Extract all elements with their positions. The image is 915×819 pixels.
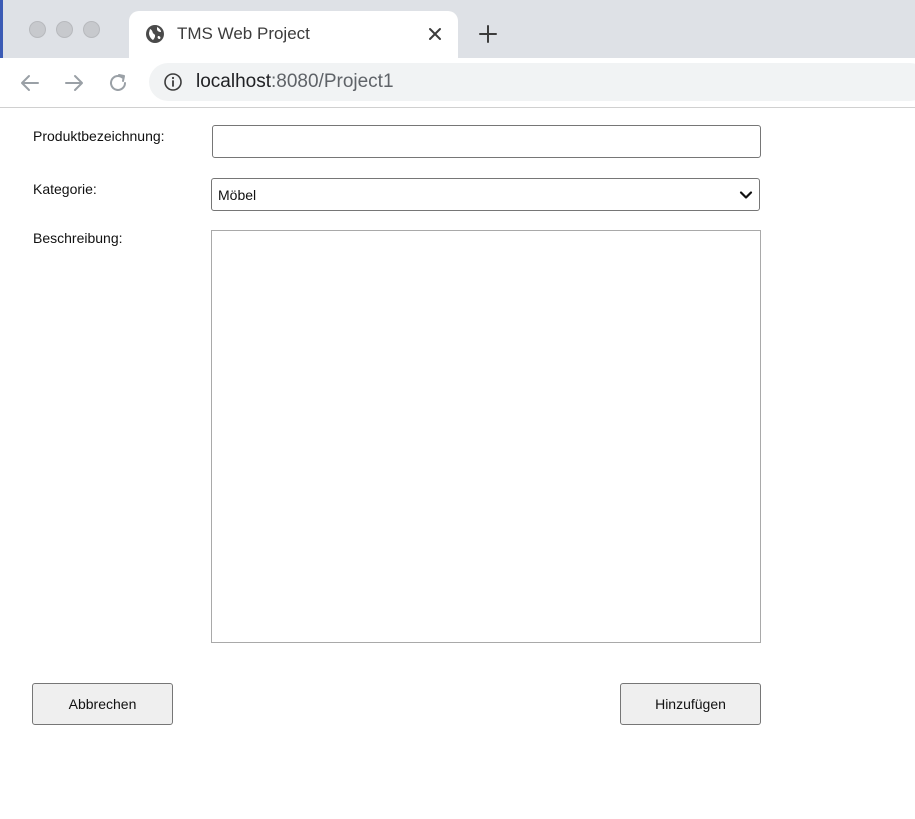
product-name-label: Produktbezeichnung:: [33, 128, 165, 144]
url-text: localhost:8080/Project1: [196, 72, 394, 92]
info-icon[interactable]: [163, 72, 183, 92]
browser-toolbar: localhost:8080/Project1: [0, 58, 915, 108]
address-bar[interactable]: localhost:8080/Project1: [149, 63, 915, 101]
chevron-down-icon: [739, 191, 753, 199]
add-button[interactable]: Hinzufügen: [620, 683, 761, 725]
browser-tabstrip: TMS Web Project: [0, 0, 915, 58]
window-close-button[interactable]: [29, 21, 46, 38]
arrow-left-icon[interactable]: [18, 71, 42, 95]
window-edge: [0, 0, 3, 58]
plus-icon[interactable]: [476, 22, 500, 46]
reload-icon[interactable]: [106, 71, 130, 95]
url-host: localhost: [196, 71, 271, 92]
product-name-input[interactable]: [212, 125, 761, 158]
description-label: Beschreibung:: [33, 230, 123, 246]
category-label: Kategorie:: [33, 181, 97, 197]
window-minimize-button[interactable]: [56, 21, 73, 38]
cancel-button[interactable]: Abbrechen: [32, 683, 173, 725]
category-selected-value: Möbel: [218, 187, 257, 203]
category-select[interactable]: Möbel: [211, 178, 760, 211]
url-path: :8080/Project1: [271, 71, 394, 92]
tab-title: TMS Web Project: [177, 24, 310, 43]
close-icon[interactable]: [424, 23, 446, 45]
globe-icon: [146, 25, 164, 43]
description-textarea[interactable]: [211, 230, 761, 643]
arrow-right-icon[interactable]: [62, 71, 86, 95]
browser-tab[interactable]: TMS Web Project: [129, 11, 458, 58]
window-maximize-button[interactable]: [83, 21, 100, 38]
